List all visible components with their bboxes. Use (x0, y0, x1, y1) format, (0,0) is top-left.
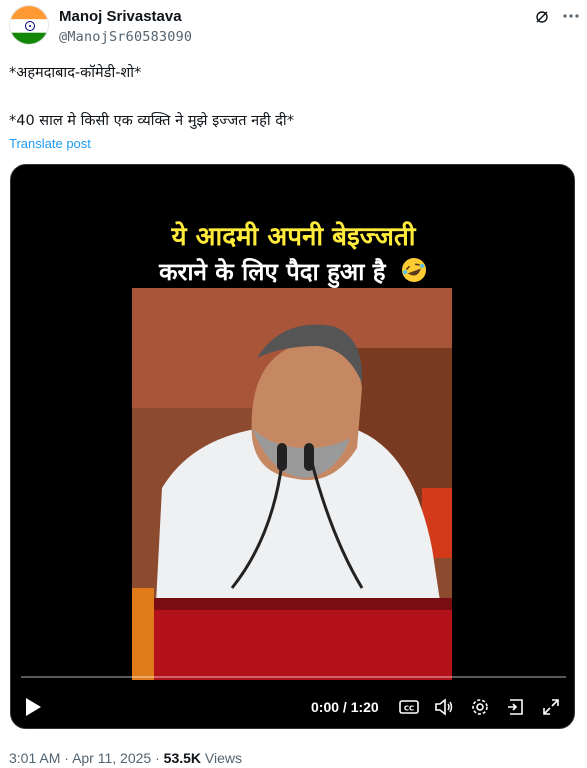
more-options-icon[interactable] (562, 7, 580, 25)
play-icon[interactable] (23, 696, 43, 718)
svg-text:CC: CC (404, 705, 414, 713)
tweet-header: Manoj Srivastava @ManojSr60583090 (9, 5, 579, 49)
video-caption-line-2-text: कराने के लिए पैदा हुआ है (159, 258, 386, 286)
video-frame (132, 288, 452, 680)
views-label: Views (204, 750, 242, 766)
meta-separator-1: · (64, 750, 69, 766)
video-progress-bar[interactable] (21, 676, 566, 678)
fullscreen-icon[interactable] (541, 697, 561, 717)
post-date[interactable]: Apr 11, 2025 (72, 750, 151, 766)
tweet-meta: 3:01 AM · Apr 11, 2025 · 53.5K Views (9, 750, 242, 766)
rolling-laughing-emoji-icon (401, 258, 426, 282)
captions-icon[interactable]: CC (399, 697, 419, 717)
tweet-text-line-2: *40 साल मे किसी एक व्यक्ति ने मुझे इज्जत… (9, 113, 294, 129)
india-flag-icon (10, 6, 48, 44)
video-time: 0:00 / 1:20 (311, 699, 379, 715)
settings-gear-icon[interactable] (470, 697, 490, 717)
author-handle[interactable]: @ManojSr60583090 (59, 29, 192, 45)
tweet-text-line-1: *अहमदाबाद-कॉमेडी-शो* (9, 65, 142, 81)
picture-in-picture-icon[interactable] (506, 697, 526, 717)
author-name[interactable]: Manoj Srivastava (59, 8, 182, 25)
translate-post-link[interactable]: Translate post (9, 136, 91, 151)
avatar[interactable] (9, 5, 49, 45)
video-caption-line-1: ये आदमी अपनी बेइज्जती (171, 222, 416, 252)
post-time[interactable]: 3:01 AM (9, 750, 60, 766)
views-count: 53.5K (163, 750, 202, 766)
video-player[interactable]: ये आदमी अपनी बेइज्जती कराने के लिए पैदा … (10, 164, 575, 729)
video-caption-line-2: कराने के लिए पैदा हुआ है (11, 255, 574, 288)
meta-separator-2: · (155, 750, 160, 766)
grok-icon[interactable] (534, 9, 550, 25)
volume-icon[interactable] (434, 697, 454, 717)
